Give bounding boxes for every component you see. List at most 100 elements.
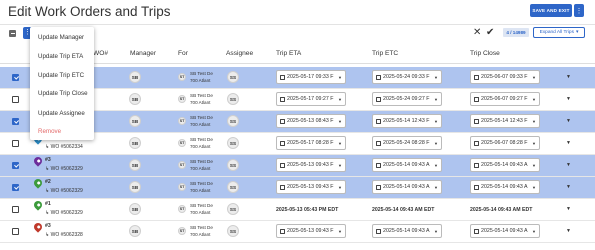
calendar-icon (376, 118, 381, 124)
table-row[interactable]: #3 ↳ WO #5062328 SB ST SB Test De 700 Atlant S… (0, 221, 595, 243)
for-address: 700 Atlant (190, 122, 211, 127)
menu-item-update-trip-eta[interactable]: Update Trip ETA (38, 53, 83, 60)
trip-etc-field[interactable]: 2025-05-24 09:33 F ▼ (372, 70, 442, 84)
row-checkbox[interactable] (12, 96, 19, 103)
trip-eta-field[interactable]: 2025-05-17 09:33 F ▼ (276, 70, 346, 84)
manager-avatar[interactable]: SB (129, 181, 141, 193)
calendar-icon (376, 96, 381, 102)
menu-item-update-trip-etc[interactable]: Update Trip ETC (38, 72, 84, 79)
select-all-checkbox[interactable] (9, 30, 16, 37)
work-order-link[interactable]: ↳ WO #5062329 (45, 188, 83, 194)
trip-eta-field[interactable]: 2025-05-13 09:43 F ▼ (276, 180, 346, 194)
menu-item-remove[interactable]: Remove (38, 128, 61, 135)
trip-close-field[interactable]: 2025-06-07 09:27 F ▼ (470, 92, 540, 106)
calendar-icon (474, 184, 479, 190)
trip-etc-text: 2025-05-14 09:43 AM EDT (372, 207, 435, 213)
more-options-button[interactable]: ⋮ (574, 4, 584, 17)
row-checkbox[interactable] (12, 162, 19, 169)
calendar-icon (474, 162, 479, 168)
close-icon[interactable]: ✕ (473, 27, 481, 38)
assignee-avatar[interactable]: SS (227, 115, 239, 127)
expand-row-chevron-icon[interactable]: ▼ (566, 118, 571, 124)
calendar-icon (280, 228, 285, 234)
expand-all-trips-button[interactable]: Expand All Trips ▾ (533, 27, 585, 38)
map-pin-icon (32, 221, 44, 233)
row-checkbox[interactable] (12, 228, 19, 235)
calendar-icon (280, 96, 285, 102)
trip-eta-field[interactable]: 2025-05-17 08:28 F ▼ (276, 136, 346, 150)
trip-etc-field[interactable]: 2025-05-14 09:43 A ▼ (372, 158, 442, 172)
trip-etc-field[interactable]: 2025-05-24 09:27 F ▼ (372, 92, 442, 106)
chevron-down-icon: ▼ (338, 228, 342, 234)
manager-avatar[interactable]: SB (129, 137, 141, 149)
assignee-avatar[interactable]: SS (227, 203, 239, 215)
trip-etc-field[interactable]: 2025-05-14 09:43 A ▼ (372, 180, 442, 194)
chevron-down-icon: ▼ (434, 140, 438, 146)
confirm-check-icon[interactable]: ✔ (486, 27, 494, 38)
work-order-number: WO #5062329 (50, 166, 83, 172)
expand-row-chevron-icon[interactable]: ▼ (566, 74, 571, 80)
page-title: Edit Work Orders and Trips (8, 4, 171, 19)
trip-etc-field[interactable]: 2025-05-14 12:43 F ▼ (372, 114, 442, 128)
work-order-link[interactable]: ↳ WO #5062329 (45, 166, 83, 172)
assignee-avatar[interactable]: SS (227, 225, 239, 237)
col-header-trip-eta: Trip ETA (276, 50, 302, 57)
trip-eta-field[interactable]: 2025-05-13 09:43 F ▼ (276, 224, 346, 238)
for-name: SB Test De (190, 137, 213, 142)
manager-avatar[interactable]: SB (129, 159, 141, 171)
assignee-avatar[interactable]: SS (227, 137, 239, 149)
expand-row-chevron-icon[interactable]: ▼ (566, 140, 571, 146)
expand-row-chevron-icon[interactable]: ▼ (566, 206, 571, 212)
trip-etc-field[interactable]: 2025-05-24 08:28 F ▼ (372, 136, 442, 150)
trip-eta-field[interactable]: 2025-05-13 09:43 F ▼ (276, 158, 346, 172)
manager-avatar[interactable]: SB (129, 115, 141, 127)
menu-item-update-trip-close[interactable]: Update Trip Close (38, 90, 88, 97)
expand-row-chevron-icon[interactable]: ▼ (566, 96, 571, 102)
row-checkbox[interactable] (12, 118, 19, 125)
trip-number: #3 (45, 223, 51, 229)
table-row[interactable]: #1 ↳ WO #5062329 SB ST SB Test De 700 Atlant S… (0, 199, 595, 221)
manager-avatar[interactable]: SB (129, 225, 141, 237)
row-checkbox[interactable] (12, 184, 19, 191)
trip-close-text: 2025-05-14 09:43 AM EDT (470, 207, 533, 213)
trip-close-field[interactable]: 2025-05-14 12:43 F ▼ (470, 114, 540, 128)
expand-row-chevron-icon[interactable]: ▼ (566, 162, 571, 168)
chevron-down-icon: ▼ (532, 118, 536, 124)
date-value: 2025-05-14 09:43 A (383, 228, 430, 234)
table-row[interactable]: #3 ↳ WO #5062329 SB ST SB Test De 700 Atlant S… (0, 155, 595, 177)
chevron-down-icon: ▼ (532, 140, 536, 146)
assignee-avatar[interactable]: SS (227, 159, 239, 171)
work-order-number: WO #5062329 (50, 188, 83, 194)
save-and-exit-button[interactable]: SAVE AND EXIT (530, 4, 572, 17)
table-row[interactable]: #2 ↳ WO #5062329 SB ST SB Test De 700 Atlant S… (0, 177, 595, 199)
for-badge: ST (178, 205, 186, 213)
date-value: 2025-05-14 09:43 A (383, 184, 430, 190)
trip-close-field[interactable]: 2025-05-14 09:43 A ▼ (470, 180, 540, 194)
trip-close-field[interactable]: 2025-05-14 09:43 A ▼ (470, 224, 540, 238)
row-checkbox[interactable] (12, 140, 19, 147)
trip-close-field[interactable]: 2025-06-07 09:33 F ▼ (470, 70, 540, 84)
manager-avatar[interactable]: SB (129, 71, 141, 83)
menu-item-update-assignee[interactable]: Update Assignee (38, 110, 85, 117)
expand-row-chevron-icon[interactable]: ▼ (566, 184, 571, 190)
row-checkbox[interactable] (12, 206, 19, 213)
assignee-avatar[interactable]: SS (227, 93, 239, 105)
trip-close-field[interactable]: 2025-05-14 09:43 A ▼ (470, 158, 540, 172)
work-order-link[interactable]: ↳ WO #5062334 (45, 144, 83, 150)
chevron-down-icon: ▼ (532, 162, 536, 168)
expand-row-chevron-icon[interactable]: ▼ (566, 228, 571, 234)
trip-eta-field[interactable]: 2025-05-17 09:27 F ▼ (276, 92, 346, 106)
work-order-link[interactable]: ↳ WO #5062328 (45, 232, 83, 238)
row-checkbox[interactable] (12, 74, 19, 81)
chevron-down-icon: ▼ (338, 118, 342, 124)
manager-avatar[interactable]: SB (129, 93, 141, 105)
trip-etc-field[interactable]: 2025-05-14 09:43 A ▼ (372, 224, 442, 238)
trip-close-field[interactable]: 2025-06-07 08:28 F ▼ (470, 136, 540, 150)
assignee-avatar[interactable]: SS (227, 71, 239, 83)
manager-avatar[interactable]: SB (129, 203, 141, 215)
work-order-link[interactable]: ↳ WO #5062329 (45, 210, 83, 216)
col-header-wo: WO# (93, 50, 109, 57)
menu-item-update-manager[interactable]: Update Manager (38, 34, 84, 41)
assignee-avatar[interactable]: SS (227, 181, 239, 193)
trip-eta-field[interactable]: 2025-05-13 08:43 F ▼ (276, 114, 346, 128)
